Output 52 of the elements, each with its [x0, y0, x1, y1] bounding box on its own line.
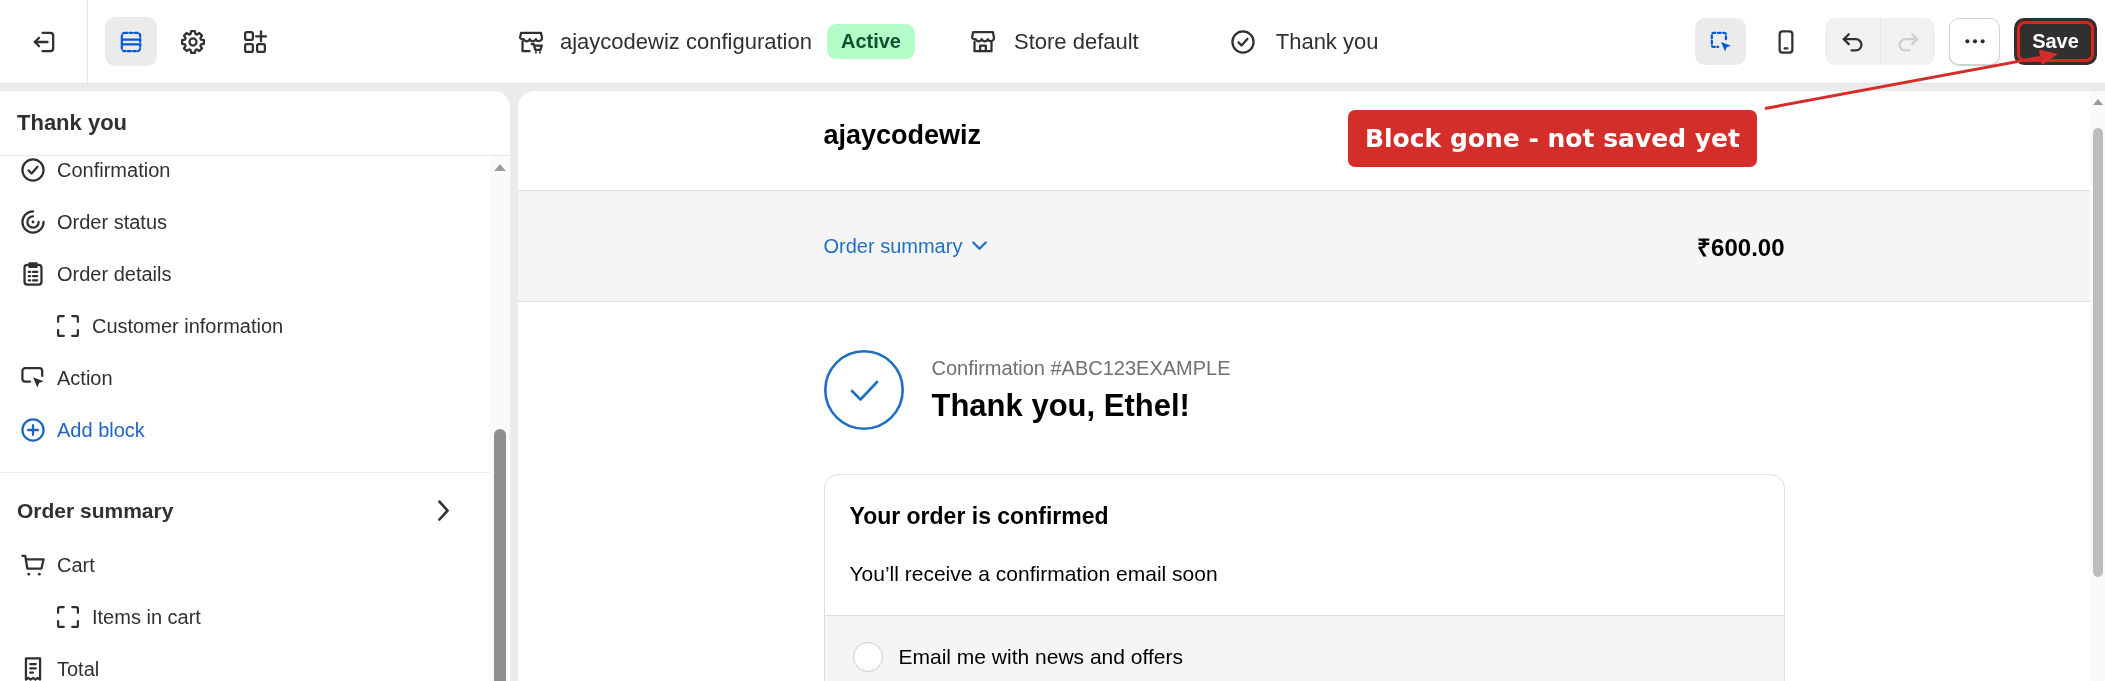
scrollbar-thumb[interactable]: [494, 429, 506, 681]
more-icon: [1964, 39, 1985, 44]
cart-icon: [21, 553, 45, 577]
sidebar-item[interactable]: Order status: [0, 196, 490, 248]
plus-circle-icon: [21, 418, 45, 442]
confirmation-number: Confirmation #ABC123EXAMPLE: [931, 356, 1231, 381]
exit-icon: [31, 29, 56, 54]
check-circle-icon: [1230, 29, 1255, 54]
shop-name: ajaycodewiz: [823, 120, 982, 152]
sidebar-item[interactable]: Cart: [0, 539, 490, 591]
store-selector[interactable]: Store default: [970, 28, 1139, 55]
sidebar-sub-item[interactable]: Items in cart: [0, 591, 490, 643]
scrollbar-thumb[interactable]: [2092, 128, 2103, 577]
chevron-down-icon: [972, 241, 988, 251]
storefront-icon: [970, 29, 995, 54]
clipboard-icon: [21, 262, 45, 286]
layout-icon: [119, 29, 143, 54]
checkbox[interactable]: [852, 642, 883, 672]
chevron-right-icon: [437, 500, 450, 522]
scroll-up-icon[interactable]: [494, 164, 506, 171]
frame-corners-icon: [56, 605, 80, 629]
opt-in-label: Email me with news and offers: [898, 645, 1183, 669]
sidebar-sub-item[interactable]: Customer information: [0, 300, 490, 352]
check-circle-icon: [823, 350, 904, 430]
order-total: ₹600.00: [1697, 232, 1785, 263]
more-button[interactable]: [1949, 18, 2000, 65]
sidebar-item[interactable]: Action: [0, 352, 490, 404]
sidebar-item[interactable]: Confirmation: [0, 156, 490, 196]
grid-plus-icon: [243, 29, 267, 54]
card-message: You’ll receive a confirmation email soon: [849, 561, 1219, 587]
order-summary-toggle[interactable]: Order summary: [823, 234, 988, 258]
save-button[interactable]: Save: [2014, 18, 2097, 65]
gear-icon: [181, 29, 205, 54]
frame-corners-icon: [56, 314, 80, 338]
status-ring-icon: [21, 210, 45, 234]
check-circle-icon: [21, 158, 45, 182]
layout-button[interactable]: [105, 17, 157, 66]
scroll-up-icon[interactable]: [2092, 99, 2103, 105]
storefront-cart-icon: [519, 29, 543, 54]
status-badge: Active: [826, 24, 915, 59]
sidebar-item[interactable]: Order details: [0, 248, 490, 300]
card-title: Your order is confirmed: [849, 502, 1110, 531]
sidebar-item[interactable]: Total: [0, 643, 490, 681]
section-header[interactable]: Order summary: [0, 473, 490, 539]
panel-title: Thank you: [0, 91, 510, 156]
config-selector[interactable]: ajaycodewiz configuration: [519, 28, 812, 55]
page-selector[interactable]: Thank you: [1230, 28, 1379, 55]
inspector-button[interactable]: [1695, 18, 1746, 65]
add-block-link[interactable]: Add block: [0, 404, 490, 456]
cursor-box-icon: [21, 366, 45, 390]
annotation-label: Block gone - not saved yet: [1348, 110, 1757, 167]
greeting-heading: Thank you, Ethel!: [931, 387, 1191, 425]
